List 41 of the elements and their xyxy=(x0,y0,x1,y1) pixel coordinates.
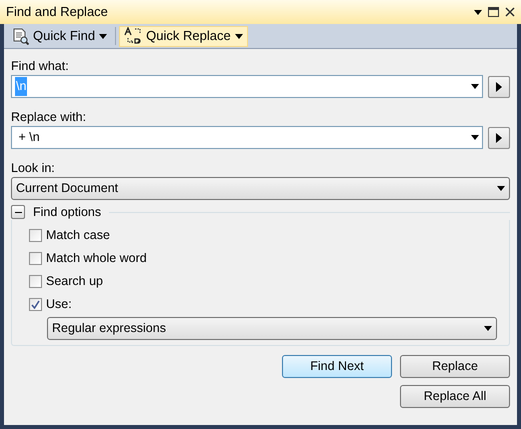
search-mode-dropdown[interactable]: Regular expressions xyxy=(47,317,497,340)
dropdown-caret-icon xyxy=(471,84,479,89)
dialog-button[interactable]: Replace xyxy=(400,355,510,378)
checkbox-label: Use: xyxy=(46,296,72,313)
field-label: Replace with: xyxy=(11,109,88,126)
play-arrow-icon xyxy=(496,82,502,92)
collapse-button[interactable] xyxy=(11,205,25,219)
dropdown-caret-icon xyxy=(484,326,492,331)
replace-with-field[interactable]: + \n xyxy=(11,126,483,149)
toolbar-button[interactable]: Quick Find xyxy=(8,26,112,46)
field-label: Find what: xyxy=(11,58,70,75)
letter-swap-icon xyxy=(124,27,142,45)
checkbox-label: Match case xyxy=(46,226,110,244)
caret-icon xyxy=(234,34,243,38)
maximize-icon[interactable] xyxy=(488,7,499,17)
toolbar-button[interactable]: Quick Replace xyxy=(119,26,248,46)
dropdown-caret-icon xyxy=(471,135,479,140)
checkbox[interactable] xyxy=(29,298,42,310)
checkbox[interactable] xyxy=(29,274,42,288)
checkbox[interactable] xyxy=(29,252,42,264)
caret-icon xyxy=(474,10,482,14)
expand-button[interactable] xyxy=(488,76,510,98)
checkbox-label: Match whole word xyxy=(46,250,147,267)
group-title: Find options xyxy=(33,204,102,221)
document-search-icon xyxy=(13,28,29,44)
expand-button[interactable] xyxy=(488,126,510,148)
window-menu-button[interactable] xyxy=(474,10,482,14)
checkmark-icon xyxy=(31,300,40,308)
dialog-button[interactable]: Find Next xyxy=(282,355,392,378)
checkbox-label: Search up xyxy=(46,272,103,290)
field-value: \n xyxy=(15,77,28,96)
checkbox[interactable] xyxy=(29,228,42,242)
look-in-dropdown[interactable]: Current Document xyxy=(11,177,510,200)
caret-icon xyxy=(99,34,108,38)
field-value: + \n xyxy=(17,129,40,146)
field-label: Look in: xyxy=(11,160,56,177)
play-arrow-icon xyxy=(496,132,502,142)
window-title: Find and Replace xyxy=(6,3,108,22)
close-icon[interactable] xyxy=(505,7,515,17)
dialog-button[interactable]: Replace All xyxy=(400,385,510,408)
dropdown-caret-icon xyxy=(497,186,505,191)
